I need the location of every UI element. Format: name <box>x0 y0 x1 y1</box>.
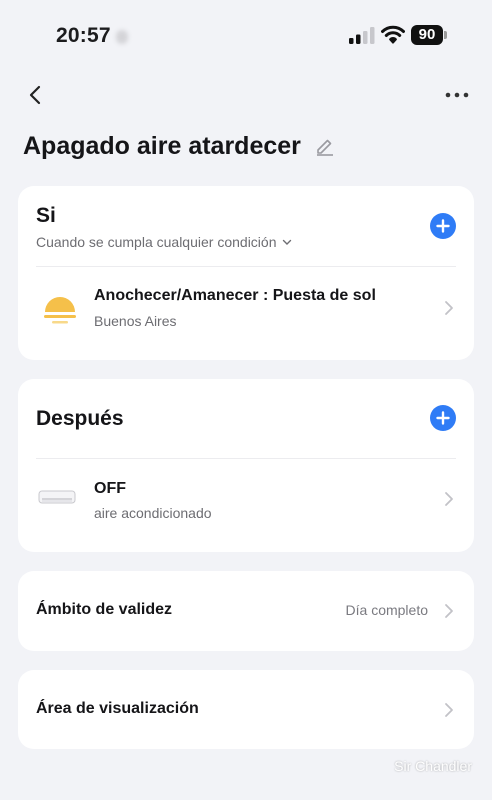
if-conditions-card: Si Cuando se cumpla cualquier condición … <box>18 186 474 360</box>
more-dots-icon <box>445 92 469 98</box>
pencil-icon[interactable] <box>315 136 335 156</box>
status-bar: 20:57 90 <box>0 0 492 70</box>
page-title-row: Apagado aire atardecer <box>23 128 335 164</box>
condition-item-title: Anochecer/Amanecer : Puesta de sol <box>94 287 376 304</box>
action-item-title: OFF <box>94 480 126 497</box>
page-title: Apagado aire atardecer <box>23 131 301 160</box>
validity-label: Ámbito de validez <box>36 601 173 618</box>
chevron-right-icon <box>445 703 453 717</box>
validity-card: Ámbito de validez Día completo <box>18 571 474 651</box>
battery-level: 90 <box>411 25 443 45</box>
chevron-right-icon <box>445 604 453 618</box>
condition-mode-label: Cuando se cumpla cualquier condición <box>36 234 277 250</box>
battery-icon: 90 <box>411 25 447 45</box>
back-button[interactable] <box>20 80 50 110</box>
status-time: 20:57 <box>56 24 111 47</box>
chevron-right-icon <box>445 301 453 315</box>
add-condition-button[interactable] <box>430 213 456 239</box>
more-options-button[interactable] <box>440 80 474 110</box>
display-area-row[interactable]: Área de visualización <box>18 670 474 749</box>
if-section-title: Si <box>36 204 56 227</box>
add-action-button[interactable] <box>430 405 456 431</box>
sunset-icon <box>44 297 76 324</box>
condition-item-subtitle: Buenos Aires <box>94 313 177 329</box>
wifi-icon <box>381 25 405 44</box>
battery-cap <box>444 31 447 39</box>
action-item-ac-off[interactable]: OFF aire acondicionado <box>18 459 474 552</box>
then-section-title: Después <box>36 407 124 430</box>
chevron-down-icon <box>283 239 292 245</box>
plus-icon <box>436 411 450 425</box>
chevron-right-icon <box>445 492 453 506</box>
validity-value: Día completo <box>345 602 428 618</box>
validity-row[interactable]: Ámbito de validez Día completo <box>18 571 474 651</box>
condition-item-sunset[interactable]: Anochecer/Amanecer : Puesta de sol Bueno… <box>18 267 474 360</box>
watermark-text: Sir Chandler <box>394 758 472 774</box>
signal-icon <box>349 27 375 44</box>
condition-mode-dropdown[interactable]: Cuando se cumpla cualquier condición <box>36 234 292 250</box>
plus-icon <box>436 219 450 233</box>
status-blurred-indicator <box>116 30 128 44</box>
chevron-left-icon <box>29 85 41 105</box>
action-item-subtitle: aire acondicionado <box>94 505 212 521</box>
display-area-card: Área de visualización <box>18 670 474 749</box>
display-area-label: Área de visualización <box>36 700 199 717</box>
then-actions-card: Después OFF aire acondicionado <box>18 379 474 552</box>
air-conditioner-icon <box>38 490 76 504</box>
